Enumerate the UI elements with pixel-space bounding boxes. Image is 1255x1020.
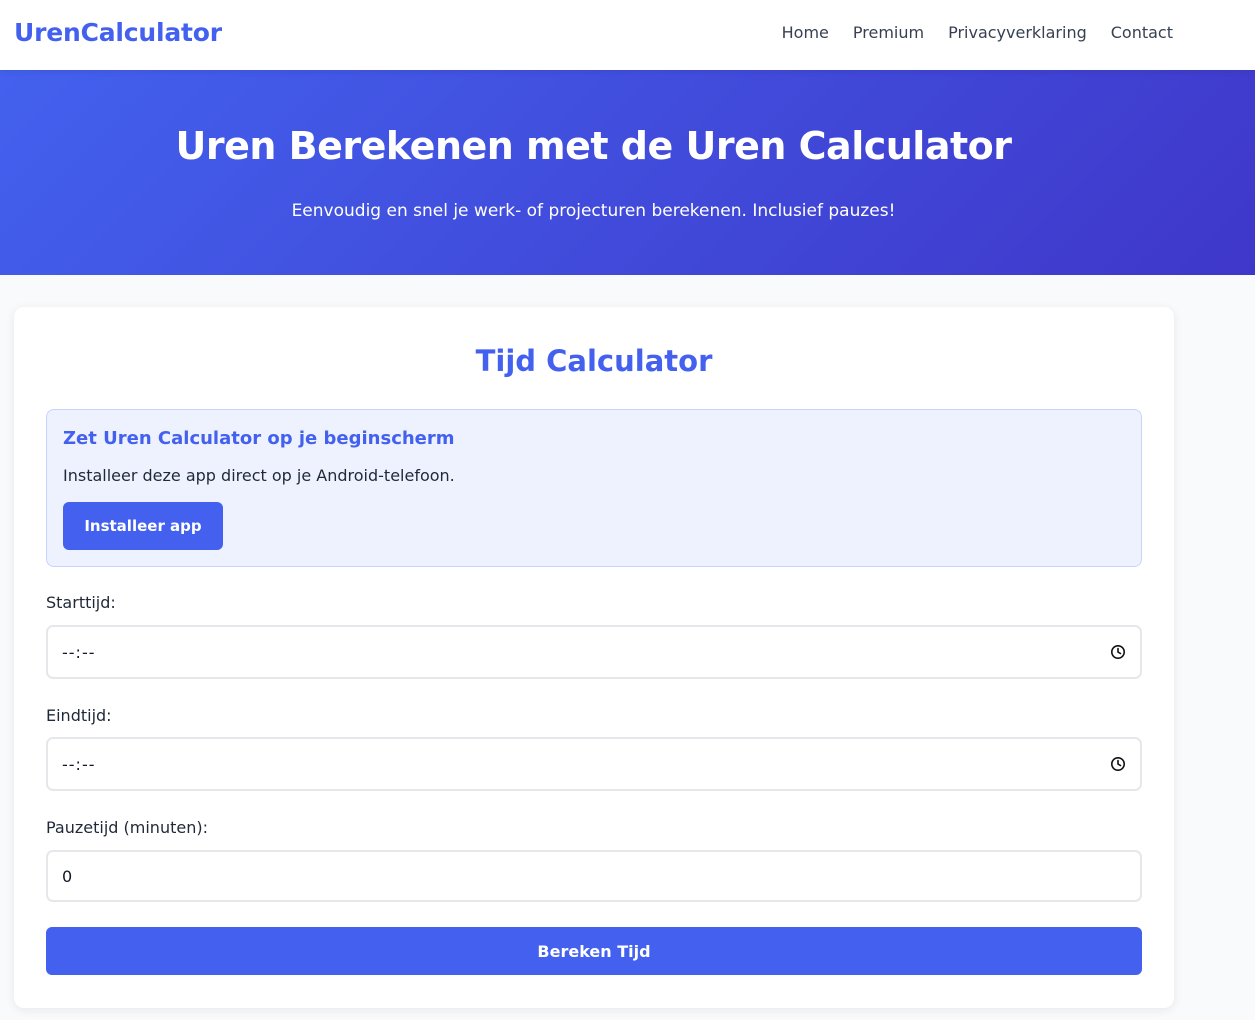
install-app-box: Zet Uren Calculator op je beginscherm In… [46, 409, 1142, 567]
nav-link-contact[interactable]: Contact [1111, 23, 1173, 42]
pause-minutes-input[interactable]: 0 [46, 850, 1142, 902]
clock-icon[interactable] [1110, 644, 1126, 660]
start-time-input[interactable]: --:-- [46, 625, 1142, 679]
top-navigation: UrenCalculator Home Premium Privacyverkl… [0, 0, 1255, 70]
pause-time-label: Pauzetijd (minuten): [46, 818, 208, 837]
hero-subtitle: Eenvoudig en snel je werk- of projecture… [291, 201, 896, 221]
install-title: Zet Uren Calculator op je beginscherm [63, 428, 455, 449]
nav-link-premium[interactable]: Premium [853, 23, 924, 42]
hero-banner: Uren Berekenen met de Uren Calculator Ee… [0, 70, 1255, 275]
end-time-input[interactable]: --:-- [46, 737, 1142, 791]
start-time-value: --:-- [62, 642, 96, 662]
end-time-value: --:-- [62, 754, 96, 774]
nav-link-privacy[interactable]: Privacyverklaring [948, 23, 1087, 42]
end-time-label: Eindtijd: [46, 706, 112, 725]
brand-logo[interactable]: UrenCalculator [14, 18, 222, 47]
calculator-title: Tijd Calculator [475, 344, 713, 378]
start-time-label: Starttijd: [46, 593, 116, 612]
nav-links: Home Premium Privacyverklaring Contact [782, 23, 1173, 42]
install-description: Installeer deze app direct op je Android… [63, 466, 455, 485]
clock-icon[interactable] [1110, 756, 1126, 772]
hero-title: Uren Berekenen met de Uren Calculator [175, 124, 1012, 168]
install-app-button[interactable]: Installeer app [63, 502, 223, 550]
nav-link-home[interactable]: Home [782, 23, 829, 42]
calculator-card: Tijd Calculator Zet Uren Calculator op j… [14, 307, 1174, 1008]
calculate-time-button[interactable]: Bereken Tijd [46, 927, 1142, 975]
pause-minutes-value: 0 [62, 866, 74, 886]
